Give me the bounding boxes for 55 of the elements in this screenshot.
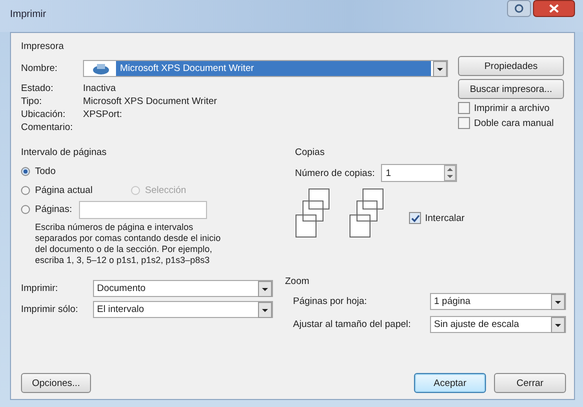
info-value: XPSPort:	[83, 108, 122, 120]
options-button[interactable]: Opciones...	[21, 373, 91, 393]
dialog-button[interactable]: Buscar impresora...	[458, 79, 564, 99]
checkbox[interactable]	[458, 102, 470, 114]
checkbox-label: Intercalar	[425, 212, 465, 224]
info-value: Inactiva	[83, 82, 116, 94]
spin-arrows-icon[interactable]	[444, 165, 456, 181]
window-title: Imprimir	[10, 9, 46, 20]
dialog-button[interactable]: Propiedades	[458, 56, 564, 76]
info-label: Estado:	[21, 82, 54, 94]
close-button[interactable]: Cerrar	[494, 373, 566, 393]
dropdown[interactable]: Documento	[93, 280, 273, 297]
pages-field[interactable]	[79, 200, 207, 218]
printer-name: Microsoft XPS Document Writer	[116, 61, 431, 76]
field-label: Número de copias:	[295, 168, 375, 178]
radio-button[interactable]	[21, 186, 30, 195]
dropdown-value: 1 página	[433, 296, 472, 307]
printer-dropdown[interactable]: Microsoft XPS Document Writer	[83, 60, 448, 77]
info-label: Comentario:	[21, 122, 74, 132]
field-label: Nombre:	[21, 63, 58, 74]
close-icon[interactable]	[533, 0, 575, 17]
dropdown-value: El intervalo	[96, 304, 145, 315]
section-heading: Copias	[295, 147, 326, 158]
section-heading: Zoom	[285, 276, 310, 287]
page-stack-drawing	[295, 188, 331, 238]
section-heading: Impresora	[21, 41, 65, 52]
dropdown-value: Documento	[96, 283, 147, 294]
dropdown[interactable]: El intervalo	[93, 301, 273, 318]
radio-label: Páginas:	[35, 204, 72, 215]
spinner-value: 1	[384, 168, 392, 178]
radio-button[interactable]	[21, 167, 30, 176]
field-label: Imprimir:	[21, 283, 59, 294]
checkbox[interactable]	[409, 212, 421, 224]
radio-label: Todo	[35, 166, 56, 177]
copies-spinner[interactable]: 1	[380, 164, 457, 182]
info-label: Ubicación:	[21, 108, 66, 120]
field-label: Páginas por hoja:	[293, 296, 368, 307]
checkbox[interactable]	[458, 117, 470, 129]
radio-label: Página actual	[35, 185, 93, 196]
field-label: Ajustar al tamaño del papel:	[293, 319, 412, 330]
radio-button[interactable]	[21, 205, 30, 214]
checkbox-label: Doble cara manual	[474, 118, 554, 128]
printer-icon	[92, 62, 110, 74]
dropdown[interactable]: Sin ajuste de escala	[430, 316, 566, 333]
info-value: Microsoft XPS Document Writer	[83, 96, 217, 106]
dropdown[interactable]: 1 página	[430, 293, 566, 310]
field-label: Imprimir sólo:	[21, 304, 80, 315]
section-heading: Intervalo de páginas	[21, 147, 108, 158]
ok-button[interactable]: Aceptar	[414, 373, 486, 393]
dropdown-value: Sin ajuste de escala	[433, 319, 520, 330]
page-stack-drawing	[349, 188, 385, 238]
info-label: Tipo:	[21, 96, 43, 106]
hint-text: Escriba números de página e intervalos separados por comas contando desde el inicio del documento o de la sección. Por ejemplo, escriba 1, 3, 5–12 o p1s1, p1s2, p1s3–p8s3	[35, 222, 222, 266]
checkbox-label: Imprimir a archivo	[474, 102, 550, 114]
radio-label: Selección	[145, 185, 186, 196]
